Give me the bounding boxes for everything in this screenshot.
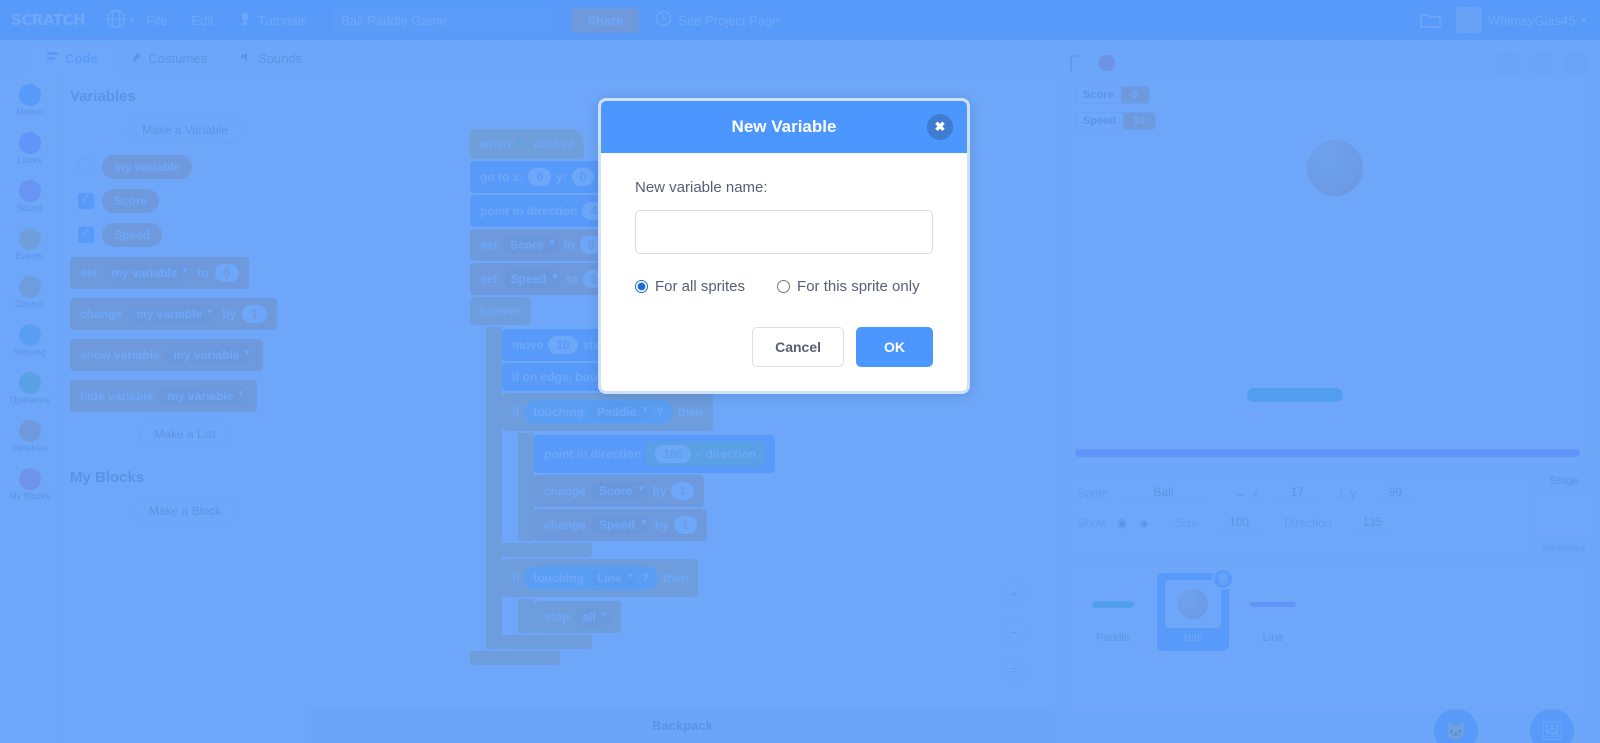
scope-this-sprite-label: For this sprite only — [797, 278, 920, 295]
dialog-header: New Variable ✖ — [601, 101, 967, 153]
scope-radio-group: For all sprites For this sprite only — [635, 278, 933, 295]
dialog-title: New Variable — [731, 117, 837, 136]
dialog-actions: Cancel OK — [635, 327, 933, 367]
scope-all-sprites-label: For all sprites — [655, 278, 746, 295]
new-variable-name-input[interactable] — [635, 210, 933, 254]
ok-button[interactable]: OK — [856, 327, 933, 367]
scope-this-sprite-option[interactable]: For this sprite only — [777, 278, 920, 295]
close-icon[interactable]: ✖ — [927, 114, 953, 140]
new-variable-dialog: New Variable ✖ New variable name: For al… — [598, 98, 970, 394]
scope-this-sprite-radio[interactable] — [777, 280, 791, 293]
scope-all-sprites-radio[interactable] — [635, 280, 648, 293]
new-variable-name-label: New variable name: — [635, 179, 768, 196]
dialog-body: New variable name: For all sprites For t… — [601, 153, 967, 391]
scope-all-sprites-option[interactable]: For all sprites — [635, 278, 745, 295]
cancel-button[interactable]: Cancel — [752, 327, 844, 367]
